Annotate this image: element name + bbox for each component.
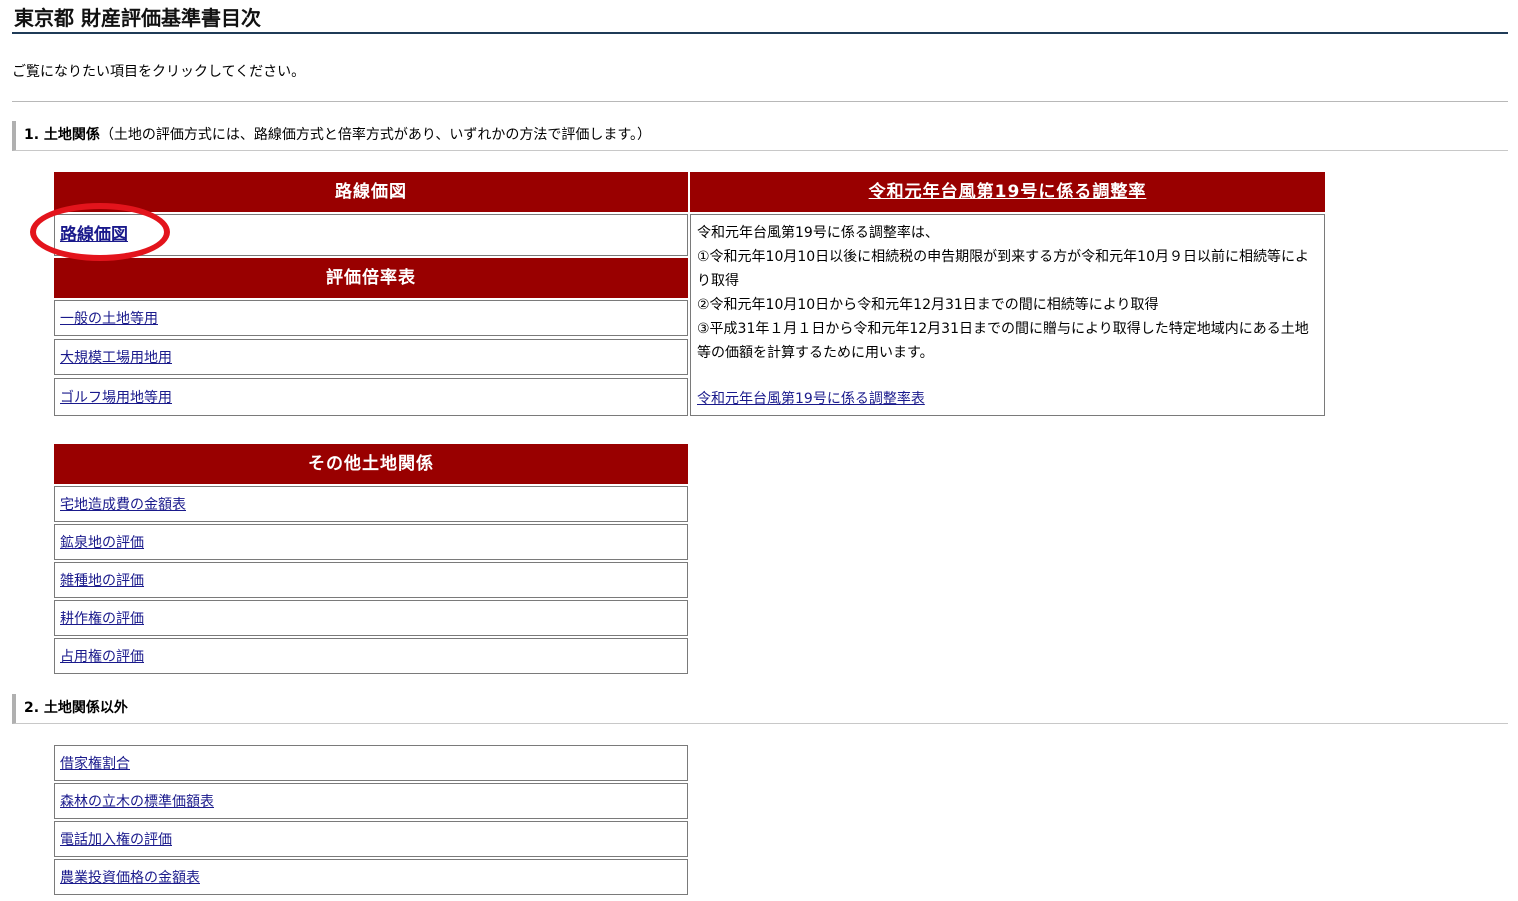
list-item: 鉱泉地の評価: [54, 524, 688, 560]
section-1-label: 1. 土地関係: [24, 127, 100, 143]
typhoon-description: 令和元年台風第19号に係る調整率は、 ①令和元年10月10日以後に相続税の申告期…: [690, 214, 1325, 416]
rosen-row: 路線価図: [54, 214, 688, 256]
list-item: 一般の土地等用: [54, 300, 688, 336]
typhoon-header-link[interactable]: 令和元年台風第19号に係る調整率: [869, 182, 1147, 202]
other-link-zasshuchi[interactable]: 雑種地の評価: [60, 573, 144, 589]
list-item: 大規模工場用地用: [54, 339, 688, 375]
list-item: 雑種地の評価: [54, 562, 688, 598]
list-item: 占用権の評価: [54, 638, 688, 674]
sec2-link-shinrin[interactable]: 森林の立木の標準価額表: [60, 794, 214, 810]
other-header: その他土地関係: [54, 444, 688, 484]
bairitsu-link-general[interactable]: 一般の土地等用: [60, 311, 158, 327]
rosen-header: 路線価図: [54, 172, 688, 212]
typhoon-desc-line: ②令和元年10月10日から令和元年12月31日までの間に相続等により取得: [697, 297, 1159, 313]
typhoon-desc-line: ①令和元年10月10日以後に相続税の申告期限が到来する方が令和元年10月９日以前…: [697, 249, 1309, 289]
typhoon-desc-line: 令和元年台風第19号に係る調整率は、: [697, 225, 939, 241]
bairitsu-header: 評価倍率表: [54, 258, 688, 298]
sec2-link-denwa[interactable]: 電話加入権の評価: [60, 832, 172, 848]
intro-text: ご覧になりたい項目をクリックしてください。: [12, 64, 306, 80]
section-1-note: （土地の評価方式には、路線価方式と倍率方式があり、いずれかの方法で評価します。）: [99, 127, 651, 143]
list-item: ゴルフ場用地等用: [54, 378, 688, 416]
divider: [12, 101, 1508, 102]
sec2-link-nougyou[interactable]: 農業投資価格の金額表: [60, 870, 200, 886]
list-item: 農業投資価格の金額表: [54, 859, 688, 895]
other-link-kousenchi[interactable]: 鉱泉地の評価: [60, 535, 144, 551]
list-item: 宅地造成費の金額表: [54, 486, 688, 522]
bairitsu-link-factory[interactable]: 大規模工場用地用: [60, 350, 172, 366]
section-2-label: 2. 土地関係以外: [24, 700, 128, 716]
other-link-kousakuken[interactable]: 耕作権の評価: [60, 611, 144, 627]
page-title: 東京都 財産評価基準書目次: [12, 4, 1508, 34]
typhoon-table-link[interactable]: 令和元年台風第19号に係る調整率表: [697, 391, 925, 407]
sec2-link-shakuya[interactable]: 借家権割合: [60, 756, 130, 772]
typhoon-header: 令和元年台風第19号に係る調整率: [690, 172, 1325, 212]
list-item: 耕作権の評価: [54, 600, 688, 636]
other-link-senyouken[interactable]: 占用権の評価: [60, 649, 144, 665]
section-1-heading: 1. 土地関係（土地の評価方式には、路線価方式と倍率方式があり、いずれかの方法で…: [12, 121, 1508, 151]
list-item: 森林の立木の標準価額表: [54, 783, 688, 819]
rosen-link[interactable]: 路線価図: [60, 225, 128, 245]
list-item: 電話加入権の評価: [54, 821, 688, 857]
other-link-takuchi[interactable]: 宅地造成費の金額表: [60, 497, 186, 513]
list-item: 借家権割合: [54, 745, 688, 781]
bairitsu-link-golf[interactable]: ゴルフ場用地等用: [60, 390, 172, 406]
section-2-heading: 2. 土地関係以外: [12, 694, 1508, 724]
typhoon-desc-line: ③平成31年１月１日から令和元年12月31日までの間に贈与により取得した特定地域…: [697, 321, 1309, 361]
